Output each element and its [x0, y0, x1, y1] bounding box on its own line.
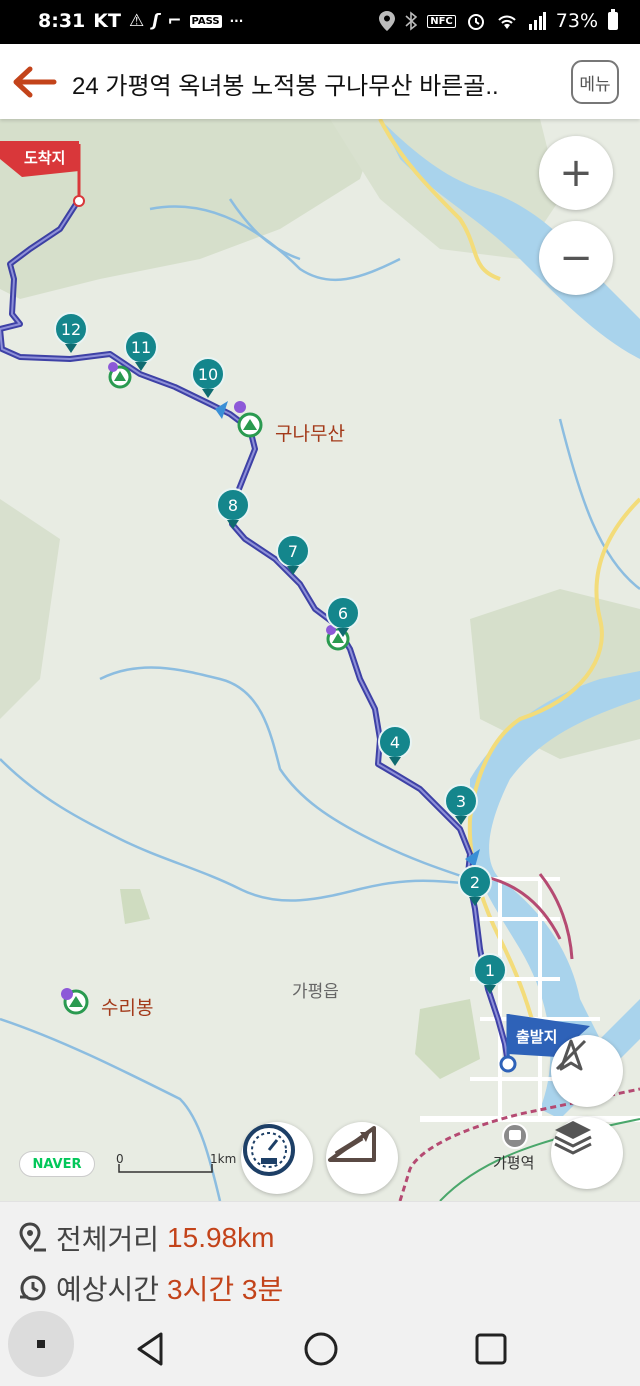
zoom-in-button[interactable]: +: [539, 136, 613, 210]
waypoint-marker[interactable]: 7: [276, 534, 310, 578]
elevation-icon: [328, 1126, 376, 1162]
battery-icon: [608, 9, 618, 30]
stop-button[interactable]: [8, 1311, 74, 1377]
layers-button[interactable]: [551, 1117, 623, 1189]
scale-line: [118, 1164, 213, 1173]
waypoint-number: 11: [124, 330, 158, 364]
app-header: 24 가평역 옥녀봉 노적봉 구나무산 바른골.. 메뉴: [0, 44, 640, 119]
more-icon: ···: [229, 14, 244, 28]
warning-icon: ⚠: [128, 11, 145, 31]
cast-icon: ⌐: [167, 11, 182, 31]
peak-label: 구나무산: [275, 424, 345, 445]
status-right: NFC 73%: [379, 9, 618, 32]
time-label: 예상시간: [56, 1274, 160, 1305]
waypoint-marker[interactable]: 6: [326, 596, 360, 640]
waypoint-number: 2: [458, 865, 492, 899]
speedometer-icon: [243, 1124, 295, 1176]
waypoint-number: 3: [444, 784, 478, 818]
location-off-button[interactable]: [551, 1035, 623, 1107]
town-label: 가평역: [493, 1155, 535, 1172]
distance-pin-icon: [19, 1222, 46, 1252]
alarm-icon: [467, 14, 484, 30]
home-nav-icon[interactable]: [301, 1329, 341, 1369]
distance-value: 15.98km: [167, 1222, 275, 1253]
elevation-button[interactable]: [326, 1122, 398, 1194]
menu-button[interactable]: 메뉴: [571, 60, 619, 104]
status-time: 8:31: [38, 10, 86, 32]
time-clock-icon: [20, 1275, 46, 1301]
waypoint-marker[interactable]: 11: [124, 330, 158, 374]
bluetooth-icon: [405, 11, 418, 31]
time-value: 3시간 3분: [167, 1274, 284, 1305]
battery-percent: 73%: [555, 10, 598, 32]
peak-label: 수리봉: [101, 998, 154, 1019]
back-arrow-icon: [13, 66, 57, 98]
waypoint-number: 10: [191, 357, 225, 391]
waypoint-marker[interactable]: 2: [458, 865, 492, 909]
location-off-icon: [555, 1039, 587, 1071]
scale-bar: 0 1km: [116, 1152, 240, 1174]
waypoint-marker[interactable]: 1: [473, 953, 507, 997]
time-row: 예상시간 3시간 3분: [18, 1268, 283, 1308]
plus-icon: +: [559, 150, 593, 196]
slash-icon: ʃ: [152, 11, 160, 31]
waypoint-number: 1: [473, 953, 507, 987]
status-bar: 8:31 KT ⚠ ʃ ⌐ PASS ··· NFC 73%: [0, 0, 640, 44]
waypoint-number: 8: [216, 488, 250, 522]
waypoint-number: 6: [326, 596, 360, 630]
status-left: 8:31 KT ⚠ ʃ ⌐ PASS ···: [38, 10, 243, 32]
system-nav-bar: [0, 1311, 640, 1386]
page-title: 24 가평역 옥녀봉 노적봉 구나무산 바른골..: [72, 73, 499, 100]
distance-row: 전체거리 15.98km: [18, 1218, 274, 1258]
waypoint-marker[interactable]: 3: [444, 784, 478, 828]
wifi-icon: [498, 15, 516, 29]
waypoint-marker[interactable]: 8: [216, 488, 250, 532]
pass-icon: PASS: [189, 14, 222, 28]
map-view[interactable]: 도착지 출발지 구나무산 수리봉 가평읍 가평역 1 2 3 4 6 7 8 1…: [0, 119, 640, 1201]
location-icon: [379, 11, 396, 31]
back-nav-icon[interactable]: [131, 1329, 171, 1369]
naver-logo: NAVER: [19, 1151, 95, 1177]
layers-icon: [554, 1121, 592, 1155]
recents-nav-icon[interactable]: [471, 1329, 511, 1369]
waypoint-number: 7: [276, 534, 310, 568]
peak-icon-suri: [61, 988, 89, 1015]
waypoint-number: 12: [54, 312, 88, 346]
speedometer-button[interactable]: [241, 1122, 313, 1194]
town-label: 가평읍: [292, 982, 339, 1001]
back-button[interactable]: [10, 62, 58, 102]
minus-icon: −: [559, 235, 593, 281]
nfc-icon: NFC: [427, 14, 456, 28]
station-icon: [502, 1123, 528, 1149]
waypoint-marker[interactable]: 10: [191, 357, 225, 401]
end-flag-label: 도착지: [24, 150, 66, 167]
distance-label: 전체거리: [56, 1224, 160, 1255]
zoom-out-button[interactable]: −: [539, 221, 613, 295]
route-info-panel: 전체거리 15.98km 예상시간 3시간 3분: [0, 1201, 640, 1312]
status-carrier: KT: [93, 10, 121, 32]
waypoint-marker[interactable]: 12: [54, 312, 88, 356]
waypoint-number: 4: [378, 725, 412, 759]
signal-icon: [528, 12, 546, 30]
waypoint-marker[interactable]: 4: [378, 725, 412, 769]
